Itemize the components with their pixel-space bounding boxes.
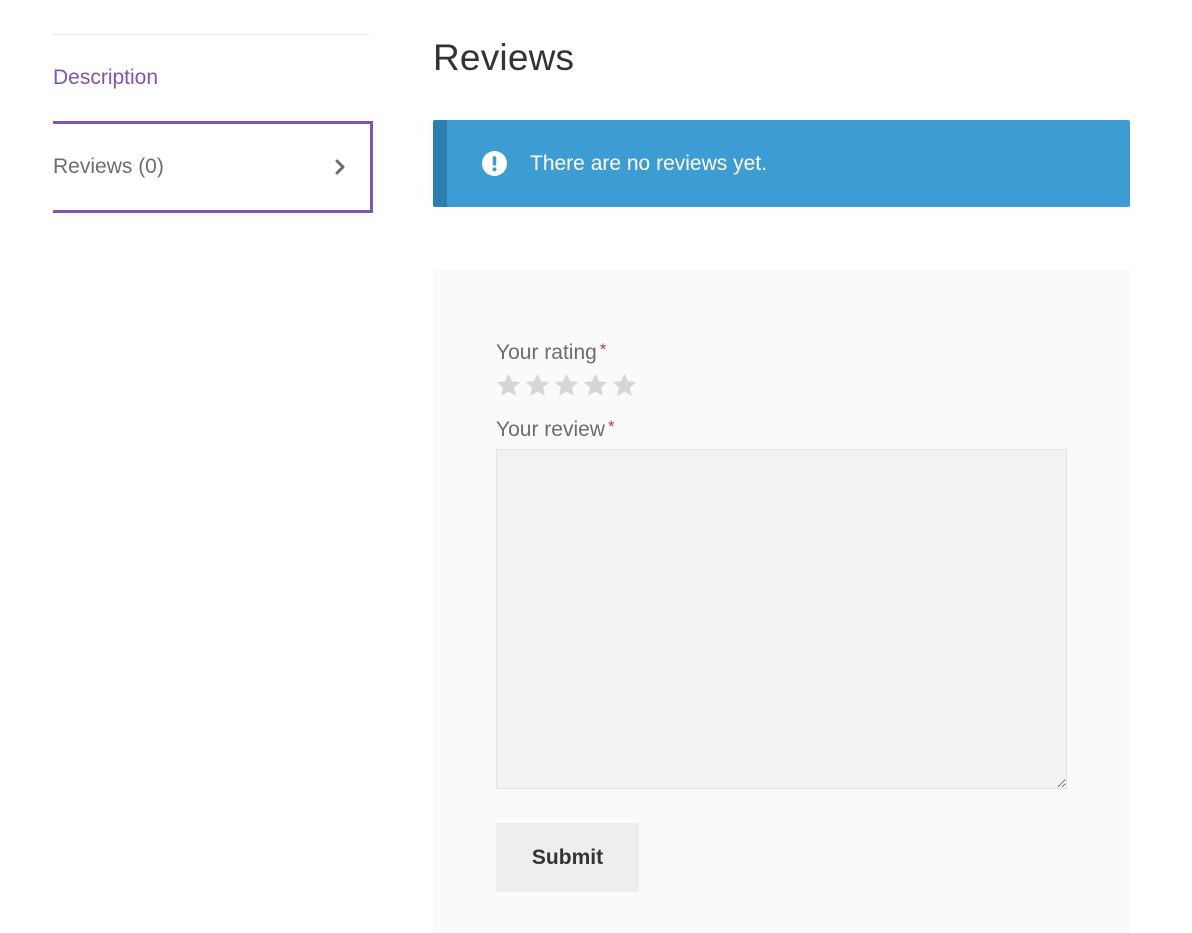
product-tabs: Description Reviews (0)	[53, 34, 373, 213]
tab-description[interactable]: Description	[53, 35, 373, 121]
review-label: Your review *	[496, 417, 615, 442]
rating-label-text: Your rating	[496, 341, 597, 364]
page-title: Reviews	[433, 37, 575, 78]
star-icon[interactable]	[611, 372, 638, 399]
submit-button[interactable]: Submit	[496, 823, 639, 892]
rating-label: Your rating *	[496, 340, 606, 365]
tab-reviews-label: Reviews (0)	[53, 155, 164, 178]
reviews-section: Reviews There are no reviews yet.	[433, 34, 1130, 207]
star-rating	[495, 372, 638, 399]
no-reviews-notice: There are no reviews yet.	[433, 120, 1130, 207]
tab-description-label: Description	[53, 66, 159, 89]
star-icon[interactable]	[553, 372, 580, 399]
notice-text: There are no reviews yet.	[530, 151, 767, 175]
review-form: Your rating * Your review * Submit	[433, 270, 1130, 933]
star-icon[interactable]	[524, 372, 551, 399]
review-textarea[interactable]	[496, 449, 1067, 789]
chevron-right-icon	[335, 159, 345, 175]
star-icon[interactable]	[495, 372, 522, 399]
required-marker: *	[607, 417, 615, 436]
review-label-text: Your review	[496, 418, 605, 441]
star-icon[interactable]	[582, 372, 609, 399]
tab-reviews[interactable]: Reviews (0)	[53, 121, 373, 213]
info-circle-icon	[482, 151, 507, 176]
required-marker: *	[599, 340, 607, 359]
page: Description Reviews (0) Reviews There ar…	[0, 0, 1192, 933]
